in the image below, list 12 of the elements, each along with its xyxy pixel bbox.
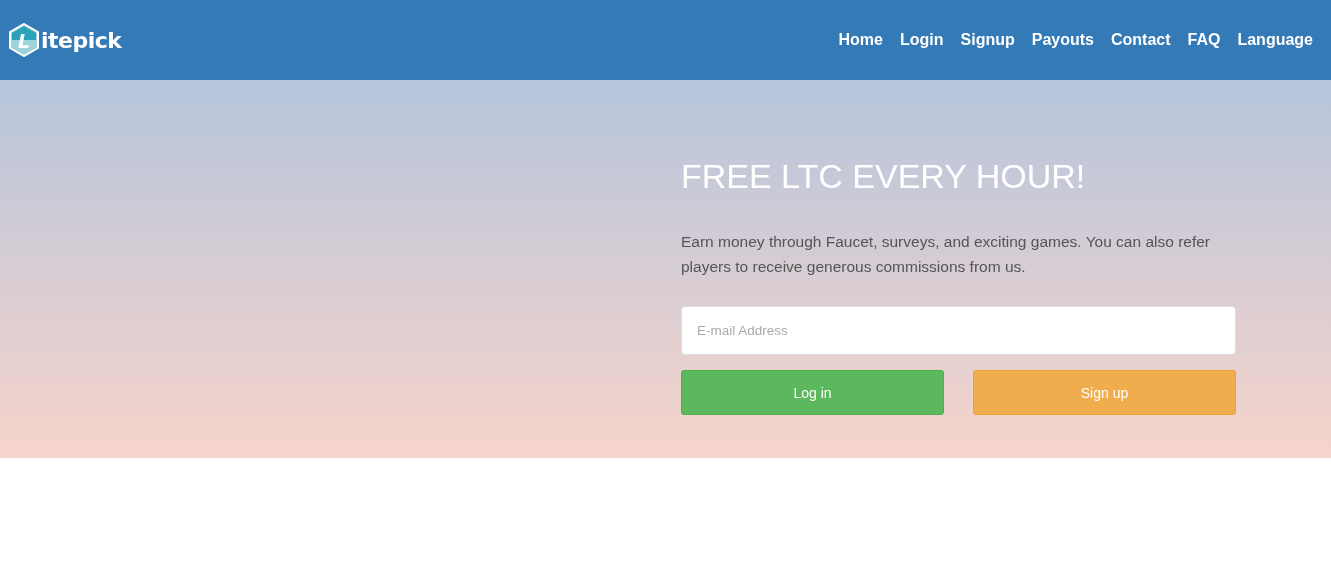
hero-description: Earn money through Faucet, surveys, and exciting games. You can also refer players to receive generous commissions from us. — [681, 232, 1212, 277]
nav-link[interactable]: Signup — [960, 31, 1015, 49]
hero-title: FREE LTC EVERY HOUR! — [681, 156, 1087, 196]
nav-link[interactable]: Home — [838, 31, 883, 49]
email-field[interactable]: E-mail Address — [681, 306, 1236, 355]
nav-link[interactable]: FAQ — [1187, 31, 1221, 49]
nav-link[interactable]: Login — [899, 31, 944, 49]
nav-link[interactable]: Contact — [1111, 31, 1171, 49]
logo-text: itepick — [41, 27, 122, 53]
nav-link[interactable]: Language — [1237, 31, 1313, 49]
nav-link[interactable]: Payouts — [1031, 31, 1094, 49]
login-button[interactable]: Log in — [681, 370, 944, 415]
